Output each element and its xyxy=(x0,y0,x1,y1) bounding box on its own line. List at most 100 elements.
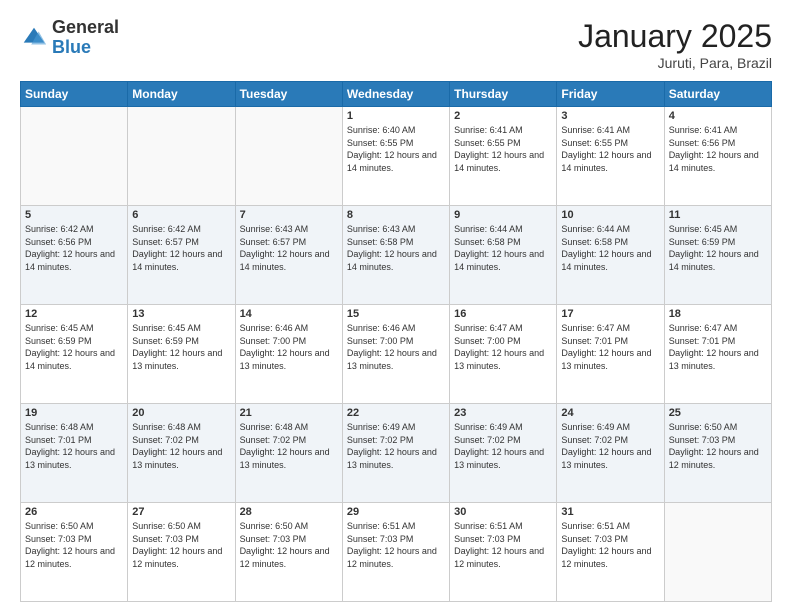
day-number: 12 xyxy=(25,308,123,320)
calendar-cell xyxy=(235,107,342,206)
day-info: Sunrise: 6:42 AMSunset: 6:56 PMDaylight:… xyxy=(25,223,123,273)
calendar-week-3: 12 Sunrise: 6:45 AMSunset: 6:59 PMDayligh… xyxy=(21,305,772,404)
day-number: 1 xyxy=(347,110,445,122)
day-info: Sunrise: 6:43 AMSunset: 6:58 PMDaylight:… xyxy=(347,223,445,273)
day-number: 20 xyxy=(132,407,230,419)
day-number: 19 xyxy=(25,407,123,419)
month-title: January 2025 xyxy=(578,18,772,55)
day-number: 6 xyxy=(132,209,230,221)
day-number: 2 xyxy=(454,110,552,122)
day-number: 31 xyxy=(561,506,659,518)
day-info: Sunrise: 6:50 AMSunset: 7:03 PMDaylight:… xyxy=(240,520,338,570)
day-info: Sunrise: 6:41 AMSunset: 6:55 PMDaylight:… xyxy=(454,124,552,174)
header: General Blue January 2025 Juruti, Para, … xyxy=(20,18,772,71)
calendar-cell: 30Sunrise: 6:51 AMSunset: 7:03 PMDayligh… xyxy=(450,503,557,602)
day-info: Sunrise: 6:48 AMSunset: 7:02 PMDaylight:… xyxy=(132,421,230,471)
day-info: Sunrise: 6:47 AMSunset: 7:01 PMDaylight:… xyxy=(561,322,659,372)
day-number: 11 xyxy=(669,209,767,221)
calendar-cell: 3 Sunrise: 6:41 AMSunset: 6:55 PMDaylight… xyxy=(557,107,664,206)
calendar-cell: 4 Sunrise: 6:41 AMSunset: 6:56 PMDaylight… xyxy=(664,107,771,206)
calendar-cell: 18 Sunrise: 6:47 AMSunset: 7:01 PMDayligh… xyxy=(664,305,771,404)
day-info: Sunrise: 6:45 AMSunset: 6:59 PMDaylight:… xyxy=(25,322,123,372)
calendar-cell: 12 Sunrise: 6:45 AMSunset: 6:59 PMDayligh… xyxy=(21,305,128,404)
page: General Blue January 2025 Juruti, Para, … xyxy=(0,0,792,612)
col-header-thursday: Thursday xyxy=(450,82,557,107)
calendar-cell: 29 Sunrise: 6:51 AMSunset: 7:03 PMDayligh… xyxy=(342,503,449,602)
day-info: Sunrise: 6:51 AMSunset: 7:03 PMDaylight:… xyxy=(347,520,445,570)
title-block: January 2025 Juruti, Para, Brazil xyxy=(578,18,772,71)
calendar-cell: 19 Sunrise: 6:48 AMSunset: 7:01 PMDayligh… xyxy=(21,404,128,503)
calendar-cell: 8 Sunrise: 6:43 AMSunset: 6:58 PMDaylight… xyxy=(342,206,449,305)
calendar-cell: 26Sunrise: 6:50 AMSunset: 7:03 PMDayligh… xyxy=(21,503,128,602)
calendar-cell: 20 Sunrise: 6:48 AMSunset: 7:02 PMDayligh… xyxy=(128,404,235,503)
day-info: Sunrise: 6:42 AMSunset: 6:57 PMDaylight:… xyxy=(132,223,230,273)
day-info: Sunrise: 6:43 AMSunset: 6:57 PMDaylight:… xyxy=(240,223,338,273)
day-number: 13 xyxy=(132,308,230,320)
calendar-cell xyxy=(21,107,128,206)
calendar-cell: 22 Sunrise: 6:49 AMSunset: 7:02 PMDayligh… xyxy=(342,404,449,503)
col-header-monday: Monday xyxy=(128,82,235,107)
day-number: 22 xyxy=(347,407,445,419)
calendar-table: SundayMondayTuesdayWednesdayThursdayFrid… xyxy=(20,81,772,602)
calendar-cell xyxy=(128,107,235,206)
day-info: Sunrise: 6:44 AMSunset: 6:58 PMDaylight:… xyxy=(561,223,659,273)
calendar-cell: 15 Sunrise: 6:46 AMSunset: 7:00 PMDayligh… xyxy=(342,305,449,404)
day-number: 23 xyxy=(454,407,552,419)
day-number: 18 xyxy=(669,308,767,320)
logo-general-text: General xyxy=(52,17,119,37)
day-info: Sunrise: 6:50 AMSunset: 7:03 PMDaylight:… xyxy=(132,520,230,570)
calendar-cell: 16 Sunrise: 6:47 AMSunset: 7:00 PMDayligh… xyxy=(450,305,557,404)
day-number: 7 xyxy=(240,209,338,221)
day-number: 28 xyxy=(240,506,338,518)
day-number: 14 xyxy=(240,308,338,320)
day-number: 4 xyxy=(669,110,767,122)
calendar-cell: 7 Sunrise: 6:43 AMSunset: 6:57 PMDaylight… xyxy=(235,206,342,305)
col-header-friday: Friday xyxy=(557,82,664,107)
calendar-week-5: 26 Sunrise: 6:50 AMSunset: 7:03 PMDayligh… xyxy=(21,503,772,602)
day-info: Sunrise: 6:51 AMSunset: 7:03 PMDaylight:… xyxy=(454,520,552,570)
day-number: 9 xyxy=(454,209,552,221)
calendar-cell: 6 Sunrise: 6:42 AMSunset: 6:57 PMDaylight… xyxy=(128,206,235,305)
calendar-cell: 9Sunrise: 6:44 AMSunset: 6:58 PMDaylight… xyxy=(450,206,557,305)
day-info: Sunrise: 6:48 AMSunset: 7:02 PMDaylight:… xyxy=(240,421,338,471)
day-number: 29 xyxy=(347,506,445,518)
calendar-cell: 31Sunrise: 6:51 AMSunset: 7:03 PMDayligh… xyxy=(557,503,664,602)
calendar-cell: 10Sunrise: 6:44 AMSunset: 6:58 PMDayligh… xyxy=(557,206,664,305)
day-number: 17 xyxy=(561,308,659,320)
day-number: 25 xyxy=(669,407,767,419)
day-number: 16 xyxy=(454,308,552,320)
calendar-cell: 13 Sunrise: 6:45 AMSunset: 6:59 PMDayligh… xyxy=(128,305,235,404)
day-number: 24 xyxy=(561,407,659,419)
day-info: Sunrise: 6:48 AMSunset: 7:01 PMDaylight:… xyxy=(25,421,123,471)
day-number: 8 xyxy=(347,209,445,221)
logo-icon xyxy=(20,24,48,52)
calendar-cell: 23 Sunrise: 6:49 AMSunset: 7:02 PMDayligh… xyxy=(450,404,557,503)
logo: General Blue xyxy=(20,18,119,58)
calendar-cell: 24 Sunrise: 6:49 AMSunset: 7:02 PMDayligh… xyxy=(557,404,664,503)
calendar-cell: 14Sunrise: 6:46 AMSunset: 7:00 PMDayligh… xyxy=(235,305,342,404)
day-info: Sunrise: 6:41 AMSunset: 6:55 PMDaylight:… xyxy=(561,124,659,174)
location-subtitle: Juruti, Para, Brazil xyxy=(578,55,772,71)
day-info: Sunrise: 6:49 AMSunset: 7:02 PMDaylight:… xyxy=(454,421,552,471)
day-info: Sunrise: 6:49 AMSunset: 7:02 PMDaylight:… xyxy=(561,421,659,471)
day-info: Sunrise: 6:47 AMSunset: 7:00 PMDaylight:… xyxy=(454,322,552,372)
day-number: 27 xyxy=(132,506,230,518)
day-info: Sunrise: 6:41 AMSunset: 6:56 PMDaylight:… xyxy=(669,124,767,174)
day-info: Sunrise: 6:40 AMSunset: 6:55 PMDaylight:… xyxy=(347,124,445,174)
calendar-cell: 25Sunrise: 6:50 AMSunset: 7:03 PMDayligh… xyxy=(664,404,771,503)
day-number: 5 xyxy=(25,209,123,221)
day-info: Sunrise: 6:49 AMSunset: 7:02 PMDaylight:… xyxy=(347,421,445,471)
day-number: 26 xyxy=(25,506,123,518)
col-header-saturday: Saturday xyxy=(664,82,771,107)
day-info: Sunrise: 6:47 AMSunset: 7:01 PMDaylight:… xyxy=(669,322,767,372)
day-number: 3 xyxy=(561,110,659,122)
day-info: Sunrise: 6:46 AMSunset: 7:00 PMDaylight:… xyxy=(347,322,445,372)
calendar-cell: 17 Sunrise: 6:47 AMSunset: 7:01 PMDayligh… xyxy=(557,305,664,404)
calendar-cell xyxy=(664,503,771,602)
calendar-cell: 28 Sunrise: 6:50 AMSunset: 7:03 PMDayligh… xyxy=(235,503,342,602)
calendar-cell: 27 Sunrise: 6:50 AMSunset: 7:03 PMDayligh… xyxy=(128,503,235,602)
day-number: 15 xyxy=(347,308,445,320)
calendar-week-2: 5 Sunrise: 6:42 AMSunset: 6:56 PMDaylight… xyxy=(21,206,772,305)
calendar-week-1: 1 Sunrise: 6:40 AMSunset: 6:55 PMDaylight… xyxy=(21,107,772,206)
day-info: Sunrise: 6:45 AMSunset: 6:59 PMDaylight:… xyxy=(132,322,230,372)
